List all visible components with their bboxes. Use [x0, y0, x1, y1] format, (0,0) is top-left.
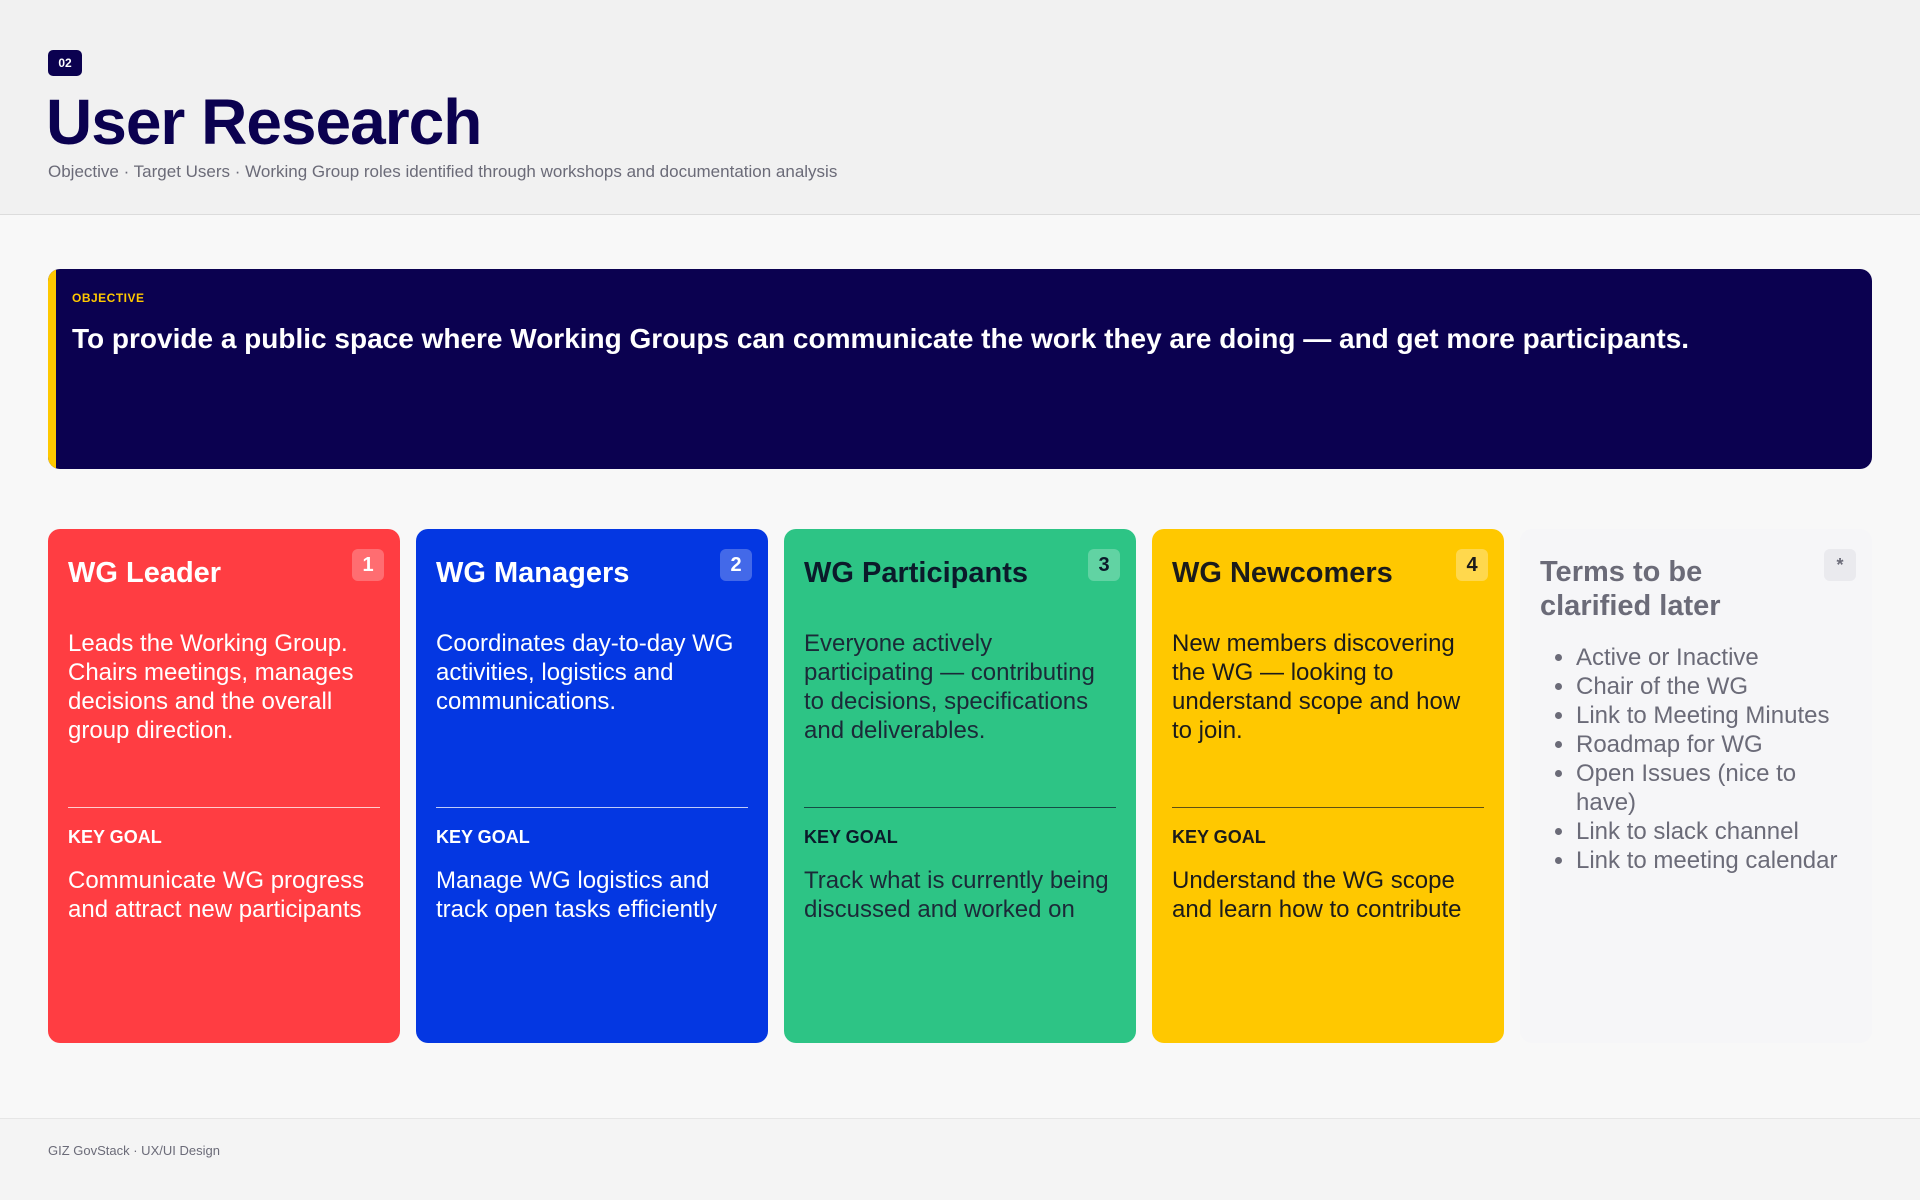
role-card-wg-participants: 3 WG Participants Everyone actively part… — [784, 529, 1136, 1043]
page-subtitle: Objective · Target Users · Working Group… — [48, 162, 838, 181]
slide-footer: GIZ GovStack · UX/UI Design — [0, 1118, 1920, 1200]
role-description: Everyone actively participating — contri… — [804, 630, 1095, 744]
role-number-badge: 3 — [1088, 549, 1120, 581]
objective-text: To provide a public space where Working … — [72, 323, 1690, 354]
role-name: WG Participants — [804, 557, 1028, 589]
role-name: WG Leader — [68, 557, 222, 589]
objective-panel: OBJECTIVE To provide a public space wher… — [48, 269, 1872, 469]
divider — [804, 807, 1116, 808]
role-description: Coordinates day-to-day WG activities, lo… — [436, 630, 734, 715]
role-card-wg-managers: 2 WG Managers Coordinates day-to-day WG … — [416, 529, 768, 1043]
terms-list-item: Chair of the WG — [1576, 672, 1852, 701]
divider — [68, 807, 380, 808]
role-card-wg-leader: 1 WG Leader Leads the Working Group. Cha… — [48, 529, 400, 1043]
terms-list-item: Link to meeting calendar — [1576, 846, 1852, 875]
role-name: WG Newcomers — [1172, 557, 1393, 589]
terms-list-item: Active or Inactive — [1576, 643, 1852, 672]
role-description: Leads the Working Group. Chairs meetings… — [68, 630, 354, 744]
slide-header: 02 User Research Objective · Target User… — [0, 0, 1920, 215]
section-number-badge: 02 — [48, 50, 82, 76]
terms-card: * Terms to be clarified later Active or … — [1520, 529, 1872, 1043]
page-title: User Research — [46, 86, 482, 158]
key-goal-label: KEY GOAL — [68, 827, 162, 847]
objective-label: OBJECTIVE — [72, 291, 145, 305]
role-name: WG Managers — [436, 557, 630, 589]
key-goal-label: KEY GOAL — [436, 827, 530, 847]
role-card-wg-newcomers: 4 WG Newcomers New members discovering t… — [1152, 529, 1504, 1043]
user-role-cards: 1 WG Leader Leads the Working Group. Cha… — [48, 529, 1872, 1043]
divider — [1172, 807, 1484, 808]
key-goal-label: KEY GOAL — [1172, 827, 1266, 847]
role-number-badge: 1 — [352, 549, 384, 581]
key-goal-text: Track what is currently being discussed … — [804, 867, 1109, 923]
terms-list-item: Link to Meeting Minutes — [1576, 701, 1852, 730]
divider — [436, 807, 748, 808]
key-goal-text: Manage WG logistics and track open tasks… — [436, 867, 718, 923]
terms-list-item: Open Issues (nice to have) — [1576, 759, 1852, 817]
key-goal-text: Understand the WG scope and learn how to… — [1172, 867, 1462, 923]
objective-accent-bar — [48, 269, 56, 469]
footer-text: GIZ GovStack · UX/UI Design — [48, 1143, 220, 1158]
role-number-badge: 4 — [1456, 549, 1488, 581]
role-description: New members discovering the WG — looking… — [1172, 630, 1461, 744]
key-goal-text: Communicate WG progress and attract new … — [68, 867, 365, 923]
terms-title: Terms to be clarified later — [1540, 556, 1721, 622]
terms-list-item: Link to slack channel — [1576, 817, 1852, 846]
terms-list: Active or Inactive Chair of the WG Link … — [1540, 643, 1852, 875]
terms-list-item: Roadmap for WG — [1576, 730, 1852, 759]
terms-badge: * — [1824, 549, 1856, 581]
role-number-badge: 2 — [720, 549, 752, 581]
key-goal-label: KEY GOAL — [804, 827, 898, 847]
